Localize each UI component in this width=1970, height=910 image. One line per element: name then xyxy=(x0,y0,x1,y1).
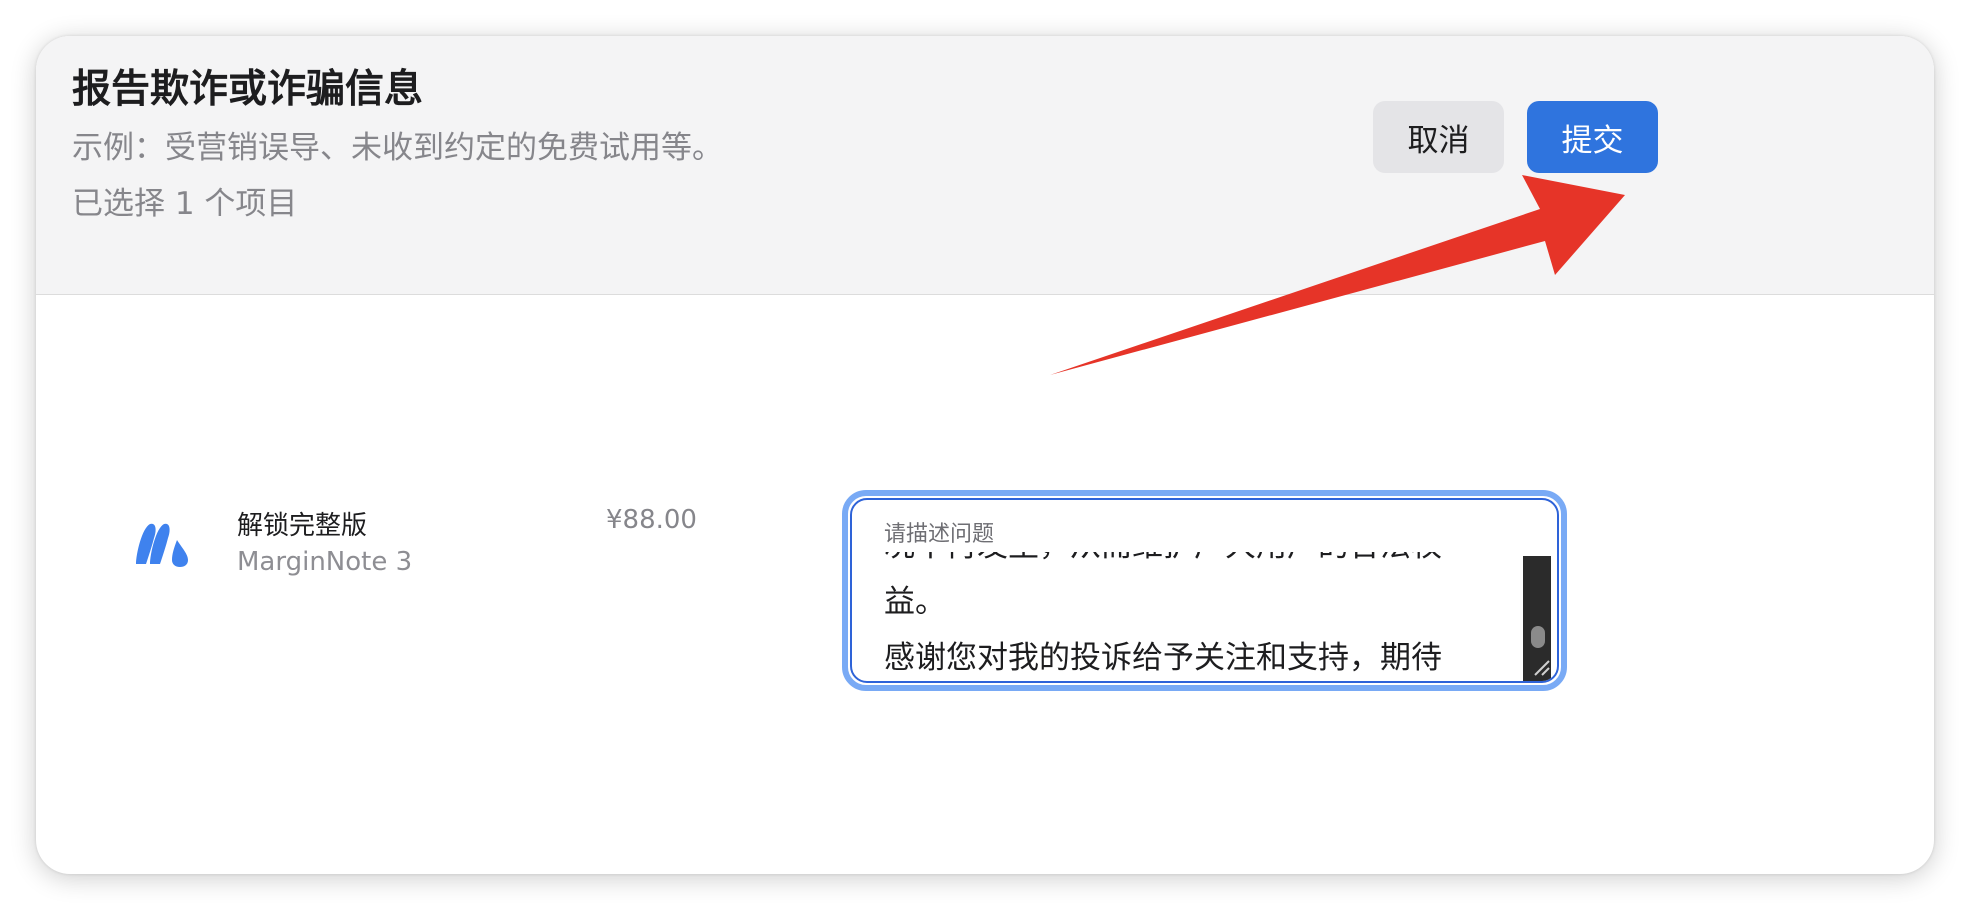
item-price: ¥88.00 xyxy=(606,505,697,535)
resize-grip-icon[interactable] xyxy=(1523,649,1551,677)
textarea-content[interactable]: 况不再发生，从而维护广大用户的合法权 益。 感谢您对我的投诉给予关注和支持，期待 xyxy=(884,552,1504,681)
dialog-subtitle: 示例：受营销误导、未收到约定的免费试用等。 xyxy=(72,130,723,166)
scrollbar-thumb[interactable] xyxy=(1531,626,1545,648)
dialog-header: 报告欺诈或诈骗信息 示例：受营销误导、未收到约定的免费试用等。 已选择 1 个项… xyxy=(36,36,1934,295)
textarea-label: 请描述问题 xyxy=(884,522,995,547)
submit-button[interactable]: 提交 xyxy=(1527,101,1658,173)
textarea-line: 益。 xyxy=(884,584,946,620)
report-dialog: 报告欺诈或诈骗信息 示例：受营销误导、未收到约定的免费试用等。 已选择 1 个项… xyxy=(36,36,1934,874)
textarea-line: 感谢您对我的投诉给予关注和支持，期待 xyxy=(884,640,1442,676)
textarea-lines: 况不再发生，从而维护广大用户的合法权 益。 感谢您对我的投诉给予关注和支持，期待 xyxy=(884,552,1442,681)
marginnote-app-icon xyxy=(132,518,192,568)
issue-description-textarea[interactable]: 请描述问题 况不再发生，从而维护广大用户的合法权 益。 感谢您对我的投诉给予关注… xyxy=(842,490,1567,691)
textarea-line: 况不再发生，从而维护广大用户的合法权 xyxy=(884,552,1442,574)
dialog-title: 报告欺诈或诈骗信息 xyxy=(72,67,424,112)
selected-count: 已选择 1 个项目 xyxy=(72,186,298,222)
item-app-name: MarginNote 3 xyxy=(237,547,413,577)
cancel-button[interactable]: 取消 xyxy=(1373,101,1504,173)
textarea-focus-border: 请描述问题 况不再发生，从而维护广大用户的合法权 益。 感谢您对我的投诉给予关注… xyxy=(850,498,1559,683)
item-name: 解锁完整版 xyxy=(237,511,368,541)
